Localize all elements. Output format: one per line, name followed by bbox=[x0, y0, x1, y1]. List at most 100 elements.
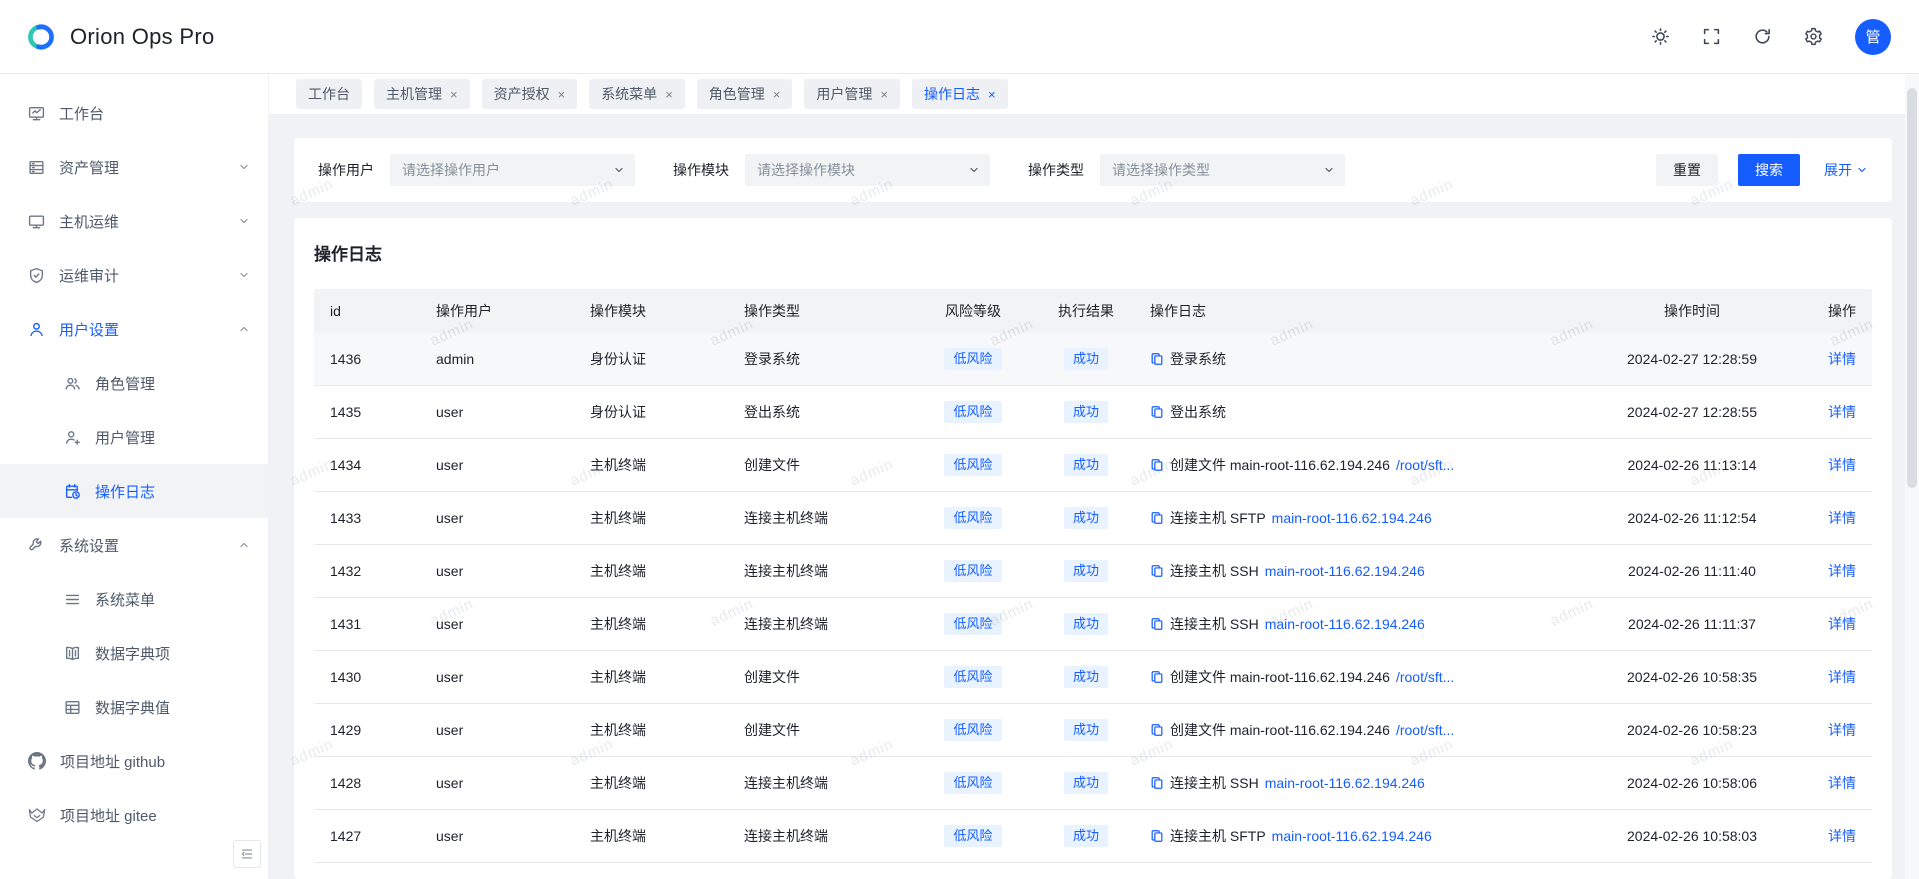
tab-system-menu[interactable]: 系统菜单 × bbox=[589, 79, 685, 109]
log-link[interactable]: main-root-116.62.194.246 bbox=[1265, 563, 1425, 579]
copy-icon[interactable] bbox=[1150, 511, 1164, 525]
result-badge: 成功 bbox=[1064, 613, 1108, 635]
tab-host-management[interactable]: 主机管理 × bbox=[374, 79, 470, 109]
tab-label: 主机管理 bbox=[386, 84, 442, 104]
cell-log: 连接主机 SFTP main-root-116.62.194.246 bbox=[1134, 508, 1572, 528]
cell-user: user bbox=[420, 669, 574, 685]
cell-result: 成功 bbox=[1038, 348, 1134, 370]
sidebar-item-label: 用户管理 bbox=[95, 427, 155, 448]
detail-link[interactable]: 详情 bbox=[1828, 667, 1856, 687]
column-header-action: 操作 bbox=[1812, 301, 1872, 321]
select-placeholder: 请选择操作类型 bbox=[1112, 160, 1323, 180]
github-icon bbox=[28, 752, 46, 770]
operation-type-select[interactable]: 请选择操作类型 bbox=[1100, 154, 1345, 186]
log-text: 登出系统 bbox=[1170, 402, 1226, 422]
refresh-icon[interactable] bbox=[1753, 27, 1772, 46]
copy-icon[interactable] bbox=[1150, 670, 1164, 684]
log-link[interactable]: main-root-116.62.194.246 bbox=[1272, 510, 1432, 526]
page-scrollbar[interactable] bbox=[1905, 74, 1919, 879]
sidebar-item-github[interactable]: 项目地址 github bbox=[0, 734, 268, 788]
sidebar-item-system-menu[interactable]: 系统菜单 bbox=[0, 572, 268, 626]
risk-badge: 低风险 bbox=[944, 825, 1001, 847]
copy-icon[interactable] bbox=[1150, 458, 1164, 472]
sidebar-item-host-ops[interactable]: 主机运维 bbox=[0, 194, 268, 248]
result-badge: 成功 bbox=[1064, 772, 1108, 794]
tab-asset-authorization[interactable]: 资产授权 × bbox=[482, 79, 578, 109]
sidebar-item-audit[interactable]: 运维审计 bbox=[0, 248, 268, 302]
filter-label: 操作类型 bbox=[1028, 160, 1084, 180]
close-icon[interactable]: × bbox=[988, 88, 996, 101]
sidebar-item-dict-item[interactable]: 数据字典项 bbox=[0, 626, 268, 680]
copy-icon[interactable] bbox=[1150, 829, 1164, 843]
dict-item-icon bbox=[64, 645, 81, 662]
fullscreen-icon[interactable] bbox=[1702, 27, 1721, 46]
close-icon[interactable]: × bbox=[773, 88, 781, 101]
detail-link[interactable]: 详情 bbox=[1828, 614, 1856, 634]
chevron-down-icon bbox=[238, 161, 250, 173]
search-button[interactable]: 搜索 bbox=[1738, 154, 1800, 186]
sidebar-collapse-button[interactable] bbox=[233, 840, 261, 868]
log-text: 连接主机 SSH bbox=[1170, 773, 1259, 793]
filter-operation-module: 操作模块 请选择操作模块 bbox=[673, 154, 990, 186]
detail-link[interactable]: 详情 bbox=[1828, 349, 1856, 369]
detail-link[interactable]: 详情 bbox=[1828, 508, 1856, 528]
cell-module: 主机终端 bbox=[574, 826, 728, 846]
cell-type: 创建文件 bbox=[728, 720, 908, 740]
tab-operation-log[interactable]: 操作日志 × bbox=[912, 79, 1008, 109]
sidebar-item-operation-log[interactable]: 操作日志 bbox=[0, 464, 268, 518]
tab-label: 用户管理 bbox=[816, 84, 872, 104]
theme-icon[interactable] bbox=[1651, 27, 1670, 46]
log-link[interactable]: /root/sft... bbox=[1396, 457, 1454, 473]
cell-time: 2024-02-26 10:58:06 bbox=[1572, 775, 1812, 791]
cell-result: 成功 bbox=[1038, 613, 1134, 635]
reset-button[interactable]: 重置 bbox=[1656, 154, 1718, 186]
close-icon[interactable]: × bbox=[880, 88, 888, 101]
log-link[interactable]: /root/sft... bbox=[1396, 722, 1454, 738]
sidebar-item-label: 角色管理 bbox=[95, 373, 155, 394]
copy-icon[interactable] bbox=[1150, 776, 1164, 790]
cell-user: user bbox=[420, 563, 574, 579]
sidebar-item-dict-value[interactable]: 数据字典值 bbox=[0, 680, 268, 734]
log-link[interactable]: main-root-116.62.194.246 bbox=[1265, 775, 1425, 791]
detail-link[interactable]: 详情 bbox=[1828, 402, 1856, 422]
copy-icon[interactable] bbox=[1150, 564, 1164, 578]
sidebar-item-workbench[interactable]: 工作台 bbox=[0, 86, 268, 140]
table-header: id 操作用户 操作模块 操作类型 风险等级 执行结果 操作日志 操作时间 操作 bbox=[314, 289, 1872, 333]
cell-log: 登录系统 bbox=[1134, 349, 1572, 369]
log-link[interactable]: main-root-116.62.194.246 bbox=[1265, 616, 1425, 632]
detail-link[interactable]: 详情 bbox=[1828, 773, 1856, 793]
copy-icon[interactable] bbox=[1150, 723, 1164, 737]
tab-user-management[interactable]: 用户管理 × bbox=[804, 79, 900, 109]
user-avatar[interactable]: 管 bbox=[1855, 19, 1891, 55]
tab-role-management[interactable]: 角色管理 × bbox=[697, 79, 793, 109]
sidebar-item-role-management[interactable]: 角色管理 bbox=[0, 356, 268, 410]
copy-icon[interactable] bbox=[1150, 405, 1164, 419]
app-logo[interactable]: Orion Ops Pro bbox=[24, 20, 215, 54]
sidebar-item-user-settings[interactable]: 用户设置 bbox=[0, 302, 268, 356]
detail-link[interactable]: 详情 bbox=[1828, 720, 1856, 740]
log-text: 连接主机 SFTP bbox=[1170, 826, 1266, 846]
cell-risk: 低风险 bbox=[908, 560, 1038, 582]
tab-workbench[interactable]: 工作台 bbox=[296, 79, 362, 109]
cell-module: 主机终端 bbox=[574, 455, 728, 475]
operation-user-select[interactable]: 请选择操作用户 bbox=[390, 154, 635, 186]
sidebar-item-gitee[interactable]: 项目地址 gitee bbox=[0, 788, 268, 842]
operation-module-select[interactable]: 请选择操作模块 bbox=[745, 154, 990, 186]
sidebar-item-system-settings[interactable]: 系统设置 bbox=[0, 518, 268, 572]
log-link[interactable]: main-root-116.62.194.246 bbox=[1272, 828, 1432, 844]
detail-link[interactable]: 详情 bbox=[1828, 455, 1856, 475]
sidebar-item-user-management[interactable]: 用户管理 bbox=[0, 410, 268, 464]
close-icon[interactable]: × bbox=[450, 88, 458, 101]
close-icon[interactable]: × bbox=[665, 88, 673, 101]
copy-icon[interactable] bbox=[1150, 352, 1164, 366]
expand-toggle[interactable]: 展开 bbox=[1824, 160, 1868, 180]
detail-link[interactable]: 详情 bbox=[1828, 826, 1856, 846]
cell-id: 1434 bbox=[314, 457, 420, 473]
sidebar-item-assets[interactable]: 资产管理 bbox=[0, 140, 268, 194]
log-link[interactable]: /root/sft... bbox=[1396, 669, 1454, 685]
close-icon[interactable]: × bbox=[558, 88, 566, 101]
settings-icon[interactable] bbox=[1804, 27, 1823, 46]
scrollbar-thumb[interactable] bbox=[1907, 88, 1917, 488]
detail-link[interactable]: 详情 bbox=[1828, 561, 1856, 581]
copy-icon[interactable] bbox=[1150, 617, 1164, 631]
